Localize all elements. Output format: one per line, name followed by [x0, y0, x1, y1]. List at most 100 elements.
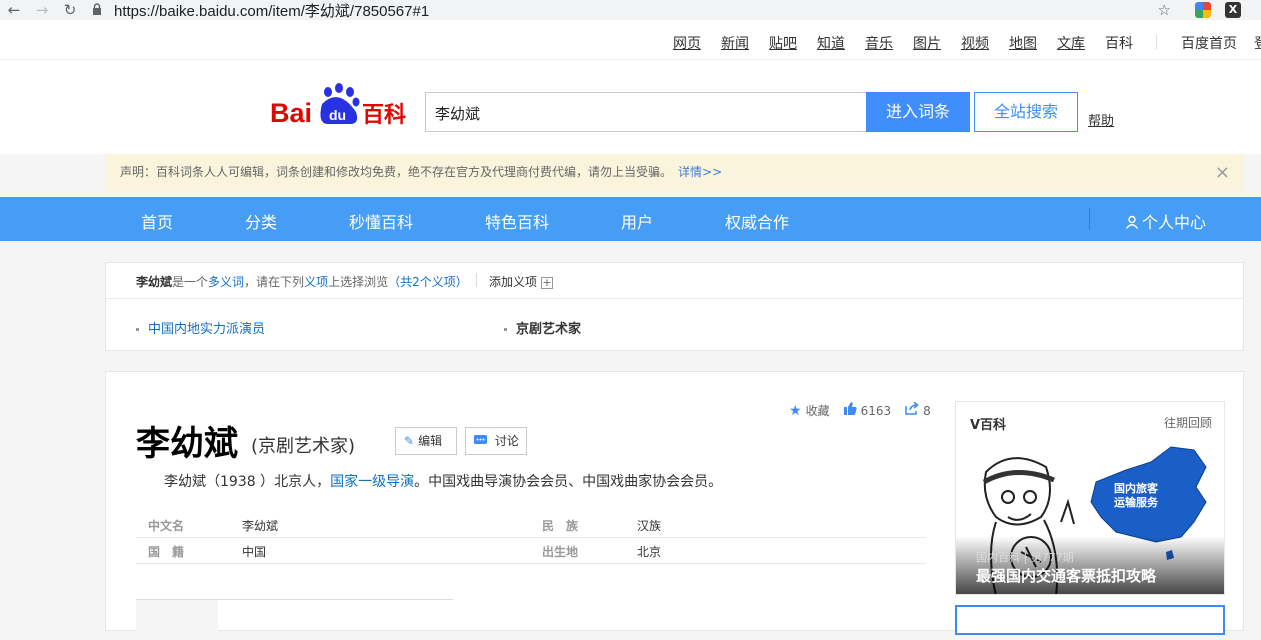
svg-text:Bai: Bai: [270, 98, 312, 128]
catalog-box: [136, 599, 453, 640]
topnav-divider: [1156, 35, 1157, 49]
svg-text:运输服务: 运输服务: [1114, 495, 1159, 509]
topnav-video[interactable]: 视频: [961, 33, 989, 53]
browser-toolbar: ← → ↻ https://baike.baidu.com/item/李幼斌/7…: [0, 0, 1261, 20]
polysemant-multi-link[interactable]: 多义词: [208, 275, 244, 289]
nav-miaodong[interactable]: 秒懂百科: [349, 209, 413, 233]
notice-text: 声明：百科词条人人可编辑，词条创建和修改均免费，绝不存在官方及代理商付费代编，请…: [120, 165, 673, 179]
edit-button[interactable]: ✎ 编辑: [395, 427, 457, 455]
chat-icon: [474, 434, 491, 448]
sense-item-current: 京剧艺术家: [504, 318, 581, 337]
v-baike-title: V百科: [970, 418, 1007, 433]
topnav-web[interactable]: 网页: [673, 33, 701, 53]
extension-icon[interactable]: [1195, 2, 1211, 18]
polysemant-yixiang-link[interactable]: 义项: [304, 275, 328, 289]
v-baike-box: V百科 往期回顾 国内旅客 运输服务 国内百科 | 第777期 最强国内交通客票…: [955, 401, 1225, 595]
header: Bai du 百科 李幼斌 进入词条 全站搜索 帮助: [0, 60, 1261, 154]
summary-text-post: 。中国戏曲导演协会会员、中国戏曲家协会会员。: [414, 474, 723, 490]
topnav-map[interactable]: 地图: [1009, 33, 1037, 53]
svg-text:国内旅客: 国内旅客: [1114, 481, 1159, 495]
add-sense-label: 添加义项: [489, 275, 538, 289]
topnav-zhidao[interactable]: 知道: [817, 33, 845, 53]
sense-item[interactable]: 中国内地实力派演员: [136, 318, 265, 337]
discuss-label: 讨论: [494, 434, 519, 448]
basic-info-value: 李幼斌: [242, 519, 279, 533]
share-icon[interactable]: [905, 401, 919, 419]
topnav-baidu-home[interactable]: 百度首页: [1181, 33, 1237, 53]
v-baike-headline[interactable]: 最强国内交通客票抵扣攻略: [976, 565, 1156, 586]
svg-text:百科: 百科: [362, 103, 406, 128]
nav-user[interactable]: 用户: [621, 209, 653, 233]
basic-info-value: 中国: [242, 545, 267, 559]
help-link[interactable]: 帮助: [1088, 110, 1114, 129]
nav-category[interactable]: 分类: [245, 209, 277, 233]
polysemant-box: 李幼斌是一个多义词，请在下列义项上选择浏览（共2个义项） 添加义项 + 中国内地实…: [105, 262, 1244, 351]
basic-info-key: 国 籍: [148, 545, 185, 559]
collect-label[interactable]: 收藏: [806, 402, 830, 419]
like-count: 6163: [860, 403, 892, 418]
topnav-image[interactable]: 图片: [913, 33, 941, 53]
star-icon[interactable]: ★: [789, 403, 802, 419]
edit-label: 编辑: [418, 434, 443, 448]
topnav-music[interactable]: 音乐: [865, 33, 893, 53]
past-issues-link[interactable]: 往期回顾: [1164, 414, 1212, 431]
nav-authority[interactable]: 权威合作: [725, 209, 789, 233]
x-extension-icon[interactable]: X: [1225, 2, 1241, 18]
bookmark-star-icon[interactable]: ☆: [1158, 0, 1171, 20]
plus-icon: +: [541, 276, 554, 289]
topnav-tieba[interactable]: 贴吧: [769, 33, 797, 53]
topnav-login[interactable]: 登: [1254, 33, 1261, 53]
back-icon[interactable]: ←: [0, 0, 28, 20]
topnav-baike[interactable]: 百科: [1105, 33, 1133, 53]
polysemant-mid: ，请在下列: [244, 275, 305, 289]
secondary-card[interactable]: [955, 605, 1225, 635]
address-bar[interactable]: https://baike.baidu.com/item/李幼斌/7850567…: [92, 0, 1162, 20]
lemma-title: 李幼斌: [136, 424, 238, 464]
forward-icon[interactable]: →: [28, 0, 56, 20]
discuss-button[interactable]: 讨论: [465, 427, 527, 455]
main-nav: 首页 分类 秒懂百科 特色百科 用户 权威合作 个人中心: [0, 197, 1261, 241]
basic-info-value: 北京: [637, 545, 662, 559]
baidu-baike-logo[interactable]: Bai du 百科: [270, 82, 410, 130]
basic-info-row: 国 籍 中国 出生地 北京: [136, 538, 926, 564]
polysemant-post: 上选择浏览: [328, 275, 389, 289]
polysemant-separator: [106, 298, 1243, 299]
v-baike-issue: 国内百科 | 第777期: [976, 551, 1074, 564]
nav-home[interactable]: 首页: [141, 209, 173, 233]
pencil-icon: ✎: [404, 434, 415, 448]
sense-label: 京剧艺术家: [516, 322, 582, 337]
url-text: https://baike.baidu.com/item/李幼斌/7850567…: [114, 2, 430, 20]
notice-more-link[interactable]: 详情>>: [678, 165, 722, 179]
polysemant-term: 李幼斌: [136, 275, 173, 289]
notice-bar: 声明：百科词条人人可编辑，词条创建和修改均免费，绝不存在官方及代理商付费代编，请…: [105, 154, 1244, 191]
topnav-wenku[interactable]: 文库: [1057, 33, 1085, 53]
basic-info: 中文名 李幼斌 民 族 汉族 国 籍 中国 出生地 北京: [136, 512, 926, 564]
reload-icon[interactable]: ↻: [56, 0, 84, 20]
basic-info-key: 民 族: [542, 519, 579, 533]
catalog-side: [136, 600, 218, 640]
polysemant-pre: 是一个: [172, 275, 209, 289]
polysemant-divider: [476, 273, 477, 287]
bullet-icon: [504, 328, 507, 331]
polysemant-info: 李幼斌是一个多义词，请在下列义项上选择浏览（共2个义项）: [136, 273, 468, 290]
enter-lemma-button[interactable]: 进入词条: [866, 92, 970, 132]
search-input[interactable]: 李幼斌: [425, 92, 866, 132]
thumbs-up-icon[interactable]: [843, 402, 857, 419]
lemma-subtitle: (京剧艺术家): [251, 436, 356, 457]
top-nav: 网页 新闻 贴吧 知道 音乐 图片 视频 地图 文库 百科 百度首页 登: [0, 20, 1261, 60]
topnav-news[interactable]: 新闻: [721, 33, 749, 53]
basic-info-key: 出生地: [542, 545, 579, 559]
close-icon[interactable]: ×: [1215, 154, 1230, 191]
basic-info-row: 中文名 李幼斌 民 族 汉族: [136, 512, 926, 538]
nav-featured[interactable]: 特色百科: [485, 209, 549, 233]
polysemant-count[interactable]: （共2个义项）: [388, 275, 468, 289]
summary-text-pre: 李幼斌（1938 ）北京人，: [164, 474, 331, 490]
lemma-tools: ★ 收藏 6163 8: [789, 401, 931, 419]
basic-info-key: 中文名: [148, 519, 185, 533]
user-center-link[interactable]: 个人中心: [1125, 209, 1206, 233]
site-search-button[interactable]: 全站搜索: [974, 92, 1078, 132]
nav-divider: [1089, 208, 1090, 230]
add-sense-button[interactable]: 添加义项 +: [489, 273, 554, 290]
user-icon: [1125, 215, 1139, 229]
summary-link[interactable]: 国家一级导演: [330, 474, 414, 490]
